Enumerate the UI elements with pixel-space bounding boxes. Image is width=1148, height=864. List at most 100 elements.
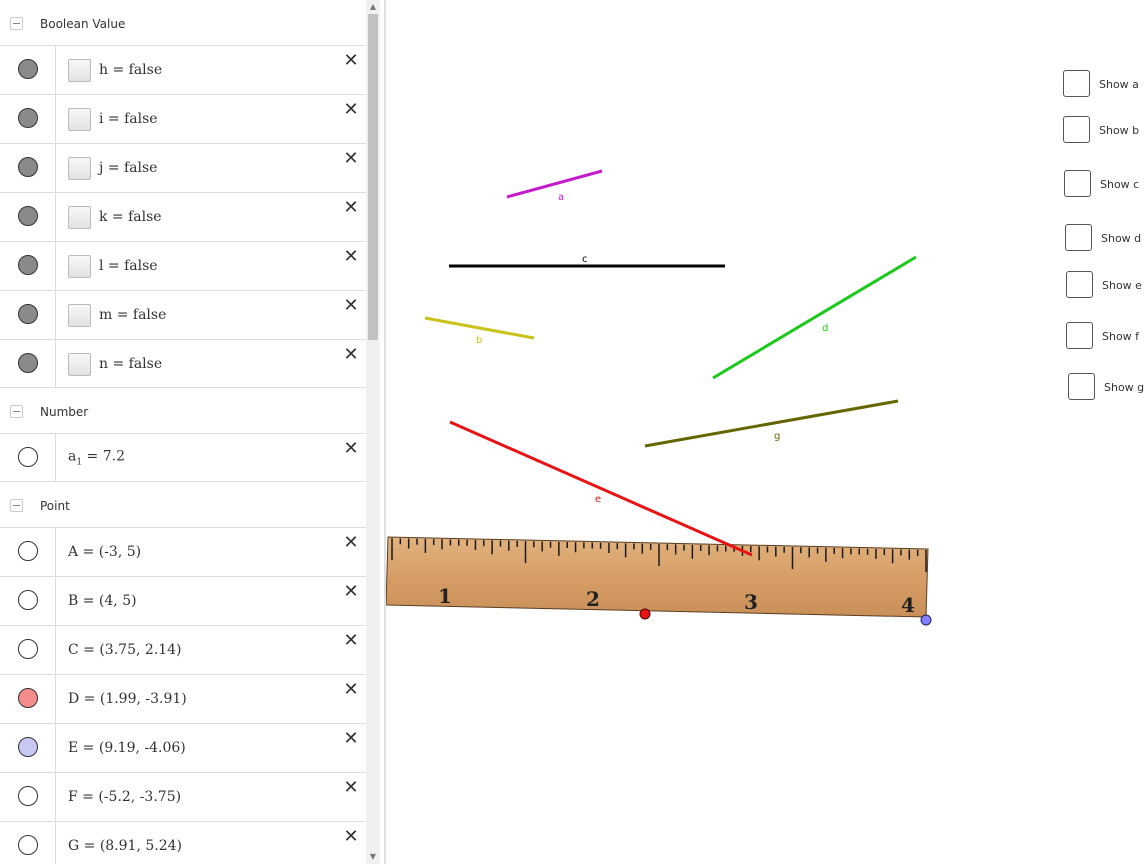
algebra-expression[interactable]: G = (8.91, 5.24) (68, 838, 182, 854)
segment-label-d[interactable]: d (822, 323, 828, 334)
group-header-point[interactable]: Point (0, 484, 366, 528)
show-a-checkbox[interactable] (1063, 70, 1090, 97)
delete-icon[interactable]: ✕ (342, 346, 360, 364)
algebra-row-E[interactable]: E = (9.19, -4.06) ✕ (0, 723, 366, 772)
algebra-expression[interactable]: A = (-3, 5) (68, 544, 141, 560)
algebra-row-i[interactable]: i = false ✕ (0, 94, 366, 143)
algebra-expression[interactable]: C = (3.75, 2.14) (68, 642, 182, 658)
algebra-row-F[interactable]: F = (-5.2, -3.75) ✕ (0, 772, 366, 821)
algebra-expression[interactable]: j = false (99, 160, 157, 176)
algebra-expression[interactable]: B = (4, 5) (68, 593, 137, 609)
algebra-expression[interactable]: F = (-5.2, -3.75) (68, 789, 181, 805)
algebra-expression[interactable]: h = false (99, 62, 162, 78)
algebra-expression[interactable]: m = false (99, 307, 166, 323)
algebra-scrollbar[interactable]: ▲ ▼ (366, 0, 380, 864)
segment-d[interactable] (712, 255, 917, 380)
algebra-expression[interactable]: n = false (99, 356, 162, 372)
algebra-expression[interactable]: k = false (99, 209, 162, 225)
algebra-expression[interactable]: i = false (99, 111, 158, 127)
visibility-marble-icon[interactable] (18, 447, 38, 467)
delete-icon[interactable]: ✕ (342, 52, 360, 70)
collapse-icon[interactable] (10, 405, 23, 418)
visibility-marble-icon[interactable] (18, 541, 38, 561)
delete-icon[interactable]: ✕ (342, 101, 360, 119)
delete-icon[interactable]: ✕ (342, 150, 360, 168)
algebra-row-G[interactable]: G = (8.91, 5.24) ✕ (0, 821, 366, 864)
collapse-icon[interactable] (10, 17, 23, 30)
scroll-thumb[interactable] (368, 14, 378, 340)
segment-label-b[interactable]: b (476, 335, 482, 346)
show-g-label[interactable]: Show g (1104, 381, 1144, 394)
algebra-row-m[interactable]: m = false ✕ (0, 290, 366, 339)
delete-icon[interactable]: ✕ (342, 828, 360, 846)
boolean-checkbox[interactable] (68, 59, 91, 82)
visibility-marble-icon[interactable] (18, 737, 38, 757)
delete-icon[interactable]: ✕ (342, 632, 360, 650)
ruler-image[interactable]: 1 2 3 4 (386, 536, 929, 618)
point-D[interactable] (639, 608, 651, 620)
show-b-label[interactable]: Show b (1099, 124, 1139, 137)
delete-icon[interactable]: ✕ (342, 248, 360, 266)
show-d-label[interactable]: Show d (1101, 232, 1141, 245)
show-g-checkbox[interactable] (1068, 373, 1095, 400)
show-c-checkbox[interactable] (1064, 170, 1091, 197)
show-a-label[interactable]: Show a (1099, 78, 1139, 91)
delete-icon[interactable]: ✕ (342, 297, 360, 315)
visibility-marble-icon[interactable] (18, 206, 38, 226)
show-e-checkbox[interactable] (1066, 271, 1093, 298)
segment-label-e[interactable]: e (595, 494, 601, 505)
visibility-marble-icon[interactable] (18, 108, 38, 128)
show-d-checkbox[interactable] (1065, 224, 1092, 251)
delete-icon[interactable]: ✕ (342, 583, 360, 601)
boolean-checkbox[interactable] (68, 255, 91, 278)
algebra-row-l[interactable]: l = false ✕ (0, 241, 366, 290)
algebra-row-k[interactable]: k = false ✕ (0, 192, 366, 241)
algebra-row-B[interactable]: B = (4, 5) ✕ (0, 576, 366, 625)
algebra-row-C[interactable]: C = (3.75, 2.14) ✕ (0, 625, 366, 674)
visibility-marble-icon[interactable] (18, 157, 38, 177)
visibility-marble-icon[interactable] (18, 786, 38, 806)
visibility-marble-icon[interactable] (18, 590, 38, 610)
algebra-row-h[interactable]: h = false ✕ (0, 45, 366, 94)
delete-icon[interactable]: ✕ (342, 681, 360, 699)
visibility-marble-icon[interactable] (18, 639, 38, 659)
delete-icon[interactable]: ✕ (342, 779, 360, 797)
algebra-row-j[interactable]: j = false ✕ (0, 143, 366, 192)
segment-label-c[interactable]: c (582, 254, 588, 265)
collapse-icon[interactable] (10, 499, 23, 512)
segment-label-a[interactable]: a (558, 192, 564, 203)
group-header-boolean[interactable]: Boolean Value (0, 2, 366, 46)
delete-icon[interactable]: ✕ (342, 534, 360, 552)
show-c-label[interactable]: Show c (1100, 178, 1139, 191)
visibility-marble-icon[interactable] (18, 255, 38, 275)
algebra-row-A[interactable]: A = (-3, 5) ✕ (0, 527, 366, 576)
boolean-checkbox[interactable] (68, 304, 91, 327)
boolean-checkbox[interactable] (68, 206, 91, 229)
graphics-canvas[interactable]: 1 2 3 4 a c b d g e (386, 0, 1148, 864)
show-f-checkbox[interactable] (1066, 322, 1093, 349)
delete-icon[interactable]: ✕ (342, 199, 360, 217)
segment-a[interactable] (506, 169, 603, 199)
delete-icon[interactable]: ✕ (342, 730, 360, 748)
algebra-row-D[interactable]: D = (1.99, -3.91) ✕ (0, 674, 366, 723)
visibility-marble-icon[interactable] (18, 59, 38, 79)
visibility-marble-icon[interactable] (18, 353, 38, 373)
segment-label-g[interactable]: g (774, 431, 780, 442)
group-header-number[interactable]: Number (0, 390, 366, 434)
segment-g[interactable] (644, 399, 899, 448)
boolean-checkbox[interactable] (68, 353, 91, 376)
show-b-checkbox[interactable] (1063, 116, 1090, 143)
algebra-row-a1[interactable]: a1 = 7.2 ✕ (0, 433, 366, 482)
boolean-checkbox[interactable] (68, 108, 91, 131)
visibility-marble-icon[interactable] (18, 835, 38, 855)
scroll-down-icon[interactable]: ▼ (366, 850, 380, 864)
visibility-marble-icon[interactable] (18, 304, 38, 324)
algebra-row-n[interactable]: n = false ✕ (0, 339, 366, 388)
scroll-up-icon[interactable]: ▲ (366, 0, 380, 14)
algebra-expression[interactable]: l = false (99, 258, 158, 274)
delete-icon[interactable]: ✕ (342, 440, 360, 458)
show-e-label[interactable]: Show e (1102, 279, 1142, 292)
point-E[interactable] (920, 614, 932, 626)
algebra-expression[interactable]: E = (9.19, -4.06) (68, 740, 186, 756)
show-f-label[interactable]: Show f (1102, 330, 1139, 343)
